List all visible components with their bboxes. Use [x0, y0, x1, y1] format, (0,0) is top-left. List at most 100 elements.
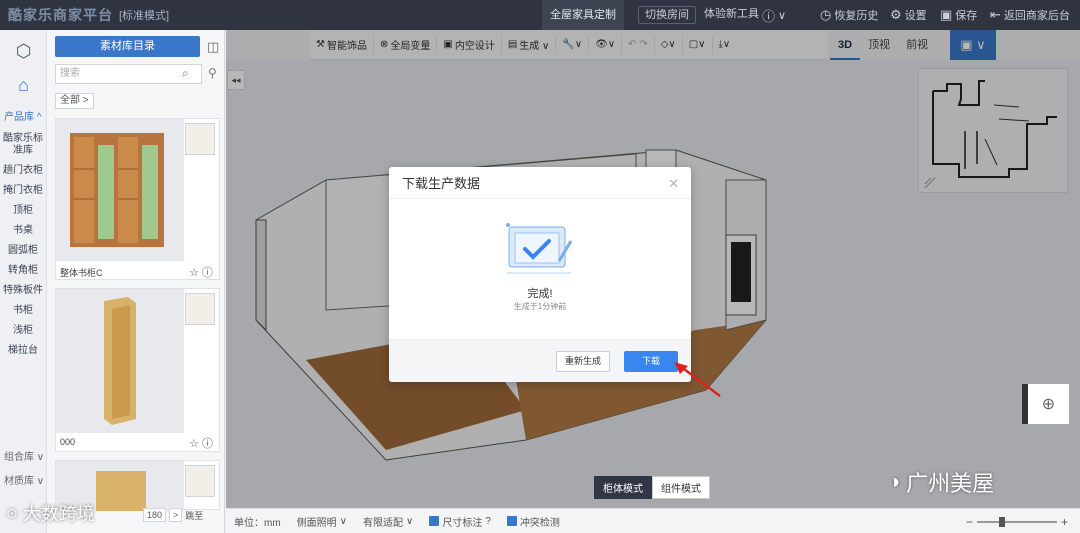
product-card[interactable]: 000 ☆ ⓘ: [55, 288, 220, 452]
search-input[interactable]: 搜索: [55, 64, 202, 84]
regenerate-button[interactable]: 重新生成: [556, 351, 610, 372]
done-message: 完成!: [527, 288, 553, 300]
dialog-footer: 重新生成 下载: [389, 339, 691, 382]
rail-category[interactable]: 掩门衣柜: [0, 181, 46, 201]
product-thumbnail[interactable]: [185, 123, 215, 155]
product-actions: ☆ ⓘ: [189, 435, 213, 451]
product-thumbnail[interactable]: [185, 465, 215, 497]
collision-label: 冲突检测: [519, 517, 560, 529]
goto-label[interactable]: 跳至: [185, 509, 203, 522]
chevron-down-icon: ∨: [406, 515, 414, 527]
side-light-label: 侧面照明: [296, 517, 337, 529]
align-label: 有限适配: [363, 517, 403, 529]
rail-category[interactable]: 书柜: [0, 301, 46, 321]
side-light-toggle[interactable]: 侧面照明 ∨: [289, 514, 355, 529]
zoom-control: − +: [966, 515, 1068, 529]
info-icon[interactable]: ⓘ: [202, 267, 213, 279]
zoom-icon: ⊕: [1041, 396, 1056, 413]
watermark-right: ◑ 广州美屋: [888, 466, 994, 498]
filter-icon[interactable]: ⚲: [208, 66, 217, 80]
download-dialog: 下载生产数据 ✕ 完成! 生成于1分钟前 重新生成 下载: [389, 167, 691, 382]
wechat-icon: ◑: [888, 470, 901, 493]
switch-room-button[interactable]: 切换房间: [638, 6, 696, 24]
watermark-logo-icon: ⊙: [6, 504, 18, 521]
rail-category[interactable]: 趟门衣柜: [0, 161, 46, 181]
dim-mark-checkbox[interactable]: 尺寸标注?: [421, 514, 499, 529]
help-icon[interactable]: ⓘ: [762, 6, 775, 25]
success-illustration-icon: [506, 223, 573, 274]
checkbox-checked-icon: [429, 516, 440, 526]
rail-category[interactable]: 浅柜: [0, 321, 46, 341]
checkbox-checked-icon: [506, 516, 517, 526]
info-icon[interactable]: ⓘ: [202, 438, 213, 450]
help-icon: ?: [485, 515, 491, 527]
clock-icon: ◷: [820, 7, 832, 22]
home-icon[interactable]: ⌂: [0, 68, 47, 102]
settings-button[interactable]: ⚙ 设置: [890, 0, 927, 30]
rail-category[interactable]: 梯拉台: [0, 341, 46, 361]
section-combo-library[interactable]: 组合库 ∨: [4, 448, 44, 463]
product-thumbnail[interactable]: [185, 293, 215, 325]
section-material-library[interactable]: 材质库 ∨: [4, 472, 44, 487]
next-page-button[interactable]: >: [169, 508, 183, 522]
component-mode-button[interactable]: 组件模式: [652, 476, 710, 499]
catalog-button[interactable]: 素材库目录: [55, 36, 200, 57]
back-to-admin-button[interactable]: ⇤ 返回商家后台: [990, 0, 1070, 30]
breadcrumb[interactable]: 全部 >: [55, 93, 94, 109]
zoom-out-icon[interactable]: −: [966, 515, 973, 529]
settings-label: 设置: [904, 10, 927, 22]
rail-category[interactable]: 转角柜: [0, 261, 46, 281]
save-icon: ▣: [940, 7, 953, 22]
zoom-fit-button[interactable]: ⊕: [1022, 384, 1069, 424]
cabinet-mode-button[interactable]: 柜体模式: [594, 476, 652, 499]
mode-switch: 柜体模式 组件模式: [594, 476, 710, 499]
product-name: 整体书柜C: [60, 268, 103, 278]
product-image: [56, 119, 184, 261]
status-bar: 单位：mm 侧面照明 ∨ 有限适配 ∨ 尺寸标注? 冲突检测: [226, 508, 1080, 533]
experience-new-tool-button[interactable]: 体验新工具: [698, 6, 765, 24]
product-name: 000: [60, 437, 76, 447]
watermark-left: ⊙ 大数跨境: [6, 500, 95, 526]
annotation-arrow-icon: [674, 362, 721, 397]
collision-checkbox[interactable]: 冲突检测: [499, 514, 568, 529]
close-icon[interactable]: ✕: [668, 176, 679, 192]
rail-category[interactable]: 书桌: [0, 221, 46, 241]
pagination: 180 > 跳至: [143, 508, 203, 522]
dialog-title: 下载生产数据: [389, 167, 691, 199]
save-label: 保存: [955, 10, 978, 22]
star-icon[interactable]: ☆: [189, 267, 199, 279]
chevron-down-icon: ∨: [339, 515, 347, 527]
help-chevron-icon[interactable]: ∨: [778, 9, 786, 22]
star-icon[interactable]: ☆: [189, 438, 199, 450]
watermark-right-text: 广州美屋: [906, 471, 995, 496]
product-image: [56, 289, 184, 433]
back-label: 返回商家后台: [1003, 10, 1070, 22]
zoom-slider[interactable]: [976, 517, 1057, 527]
page-input[interactable]: 180: [143, 508, 167, 522]
exit-icon: ⇤: [990, 7, 1001, 22]
history-button[interactable]: ◷ 恢复历史: [820, 0, 878, 30]
mode-label: [标准模式]: [119, 10, 170, 22]
layout-toggle-icon[interactable]: ◫: [207, 39, 219, 55]
rail-category[interactable]: 圆弧柜: [0, 241, 46, 261]
brand-logo: 酷家乐商家平台: [8, 7, 113, 23]
rail-category[interactable]: 顶柜: [0, 201, 46, 221]
search-icon[interactable]: ⌕: [182, 66, 189, 81]
dialog-body: 完成! 生成于1分钟前: [389, 199, 691, 339]
save-button[interactable]: ▣ 保存: [940, 0, 977, 30]
product-card[interactable]: 整体书柜C ☆ ⓘ: [55, 118, 220, 280]
zoom-slider-knob[interactable]: [998, 517, 1005, 527]
download-button[interactable]: 下载: [624, 351, 678, 372]
rail-category[interactable]: 酷家乐标准库: [0, 129, 46, 161]
done-timestamp: 生成于1分钟前: [513, 302, 567, 311]
section-product-library[interactable]: 产品库 ^: [0, 108, 46, 123]
gear-icon: ⚙: [890, 7, 902, 22]
cube-icon[interactable]: ⬡: [0, 34, 47, 68]
rail-category[interactable]: 特殊板件: [0, 281, 46, 301]
tab-whole-house-furniture[interactable]: 全屋家具定制: [542, 0, 624, 30]
history-label: 恢复历史: [834, 10, 879, 22]
align-toggle[interactable]: 有限适配 ∨: [355, 514, 421, 529]
left-rail: ⬡ ⌂ 产品库 ^ 酷家乐标准库 趟门衣柜 掩门衣柜 顶柜 书桌 圆弧柜 转角柜…: [0, 30, 47, 533]
zoom-in-icon[interactable]: +: [1061, 515, 1068, 529]
library-panel: 素材库目录 ◫ 搜索 ⌕ ⚲ 全部 > 整体书柜C ☆ ⓘ 000 ☆ ⓘ 18…: [47, 30, 225, 533]
